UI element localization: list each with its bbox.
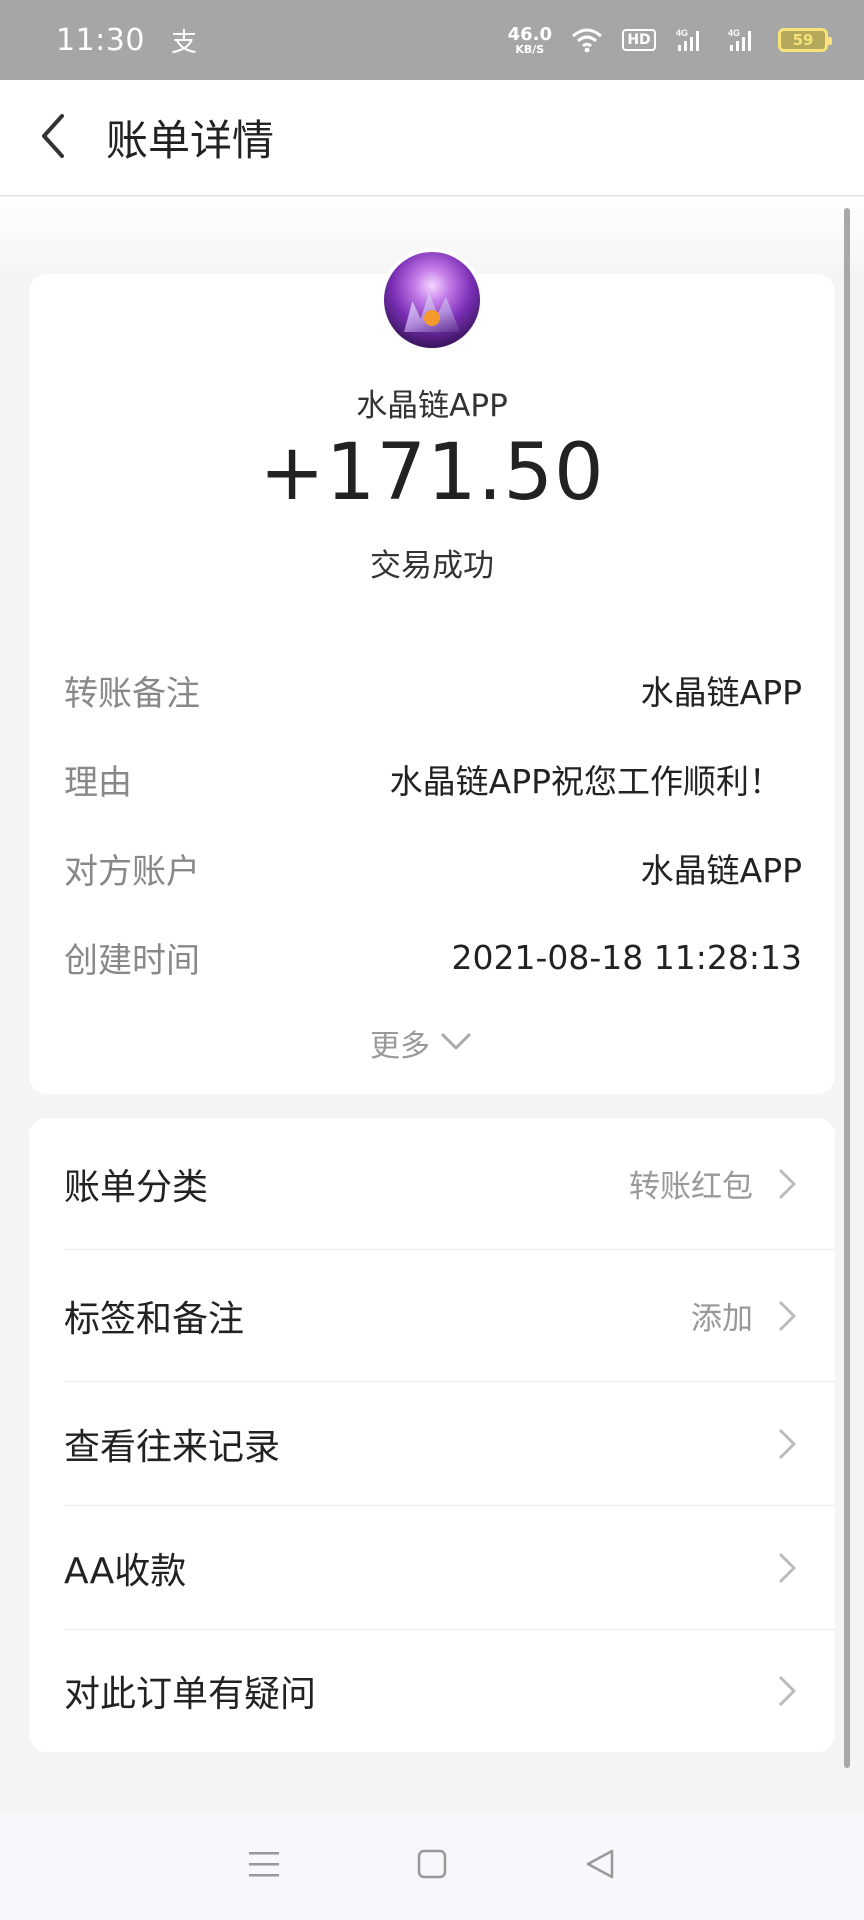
menu-icon [247, 1849, 281, 1883]
hd-icon: HD [622, 26, 656, 54]
signal-4g-icon-1: 4G [674, 26, 708, 54]
menu-item-label: 对此订单有疑问 [64, 1674, 317, 1715]
wifi-icon [570, 26, 604, 54]
menu-item-value: 转账红包 [629, 1169, 753, 1205]
battery-icon: 59 [778, 28, 832, 52]
nav-back-button[interactable] [570, 1836, 630, 1896]
nav-home-button[interactable] [402, 1836, 462, 1896]
battery-level: 59 [792, 31, 814, 49]
payee-avatar [380, 248, 484, 352]
network-speed-unit: KB/S [515, 42, 545, 56]
home-square-icon [416, 1848, 448, 1884]
nav-menu-button[interactable] [234, 1836, 294, 1896]
menu-item-aa-collect[interactable]: AA收款 [64, 1506, 835, 1630]
hd-label: HD [622, 29, 656, 51]
back-button[interactable] [0, 80, 106, 196]
payee-name: 水晶链APP [356, 388, 508, 424]
detail-label: 理由 [64, 762, 132, 803]
menu-item-bill-category[interactable]: 账单分类 转账红包 [64, 1118, 835, 1250]
detail-row-created-time: 创建时间 2021-08-18 11:28:13 [64, 927, 802, 987]
chevron-right-icon [777, 1550, 803, 1586]
options-card: 账单分类 转账红包 标签和备注 添加 查看往来记录 AA收款 对此订单有疑问 [29, 1118, 835, 1752]
detail-label: 创建时间 [64, 940, 200, 981]
signal-4g-icon-2: 4G [726, 26, 760, 54]
alipay-notification-icon: 支 [170, 27, 197, 58]
network-speed-value: 46.0 [507, 23, 552, 45]
chevron-left-icon [38, 113, 68, 163]
svg-text:4G: 4G [728, 28, 740, 38]
scrollbar[interactable] [844, 208, 850, 1768]
status-time: 11:30 [56, 22, 145, 58]
detail-row-reason: 理由 水晶链APP祝您工作顺利！ [64, 749, 802, 809]
menu-item-tags-notes[interactable]: 标签和备注 添加 [64, 1250, 835, 1382]
chevron-right-icon [777, 1298, 803, 1334]
more-label: 更多 [370, 1029, 430, 1064]
detail-value: 水晶链APP [640, 673, 802, 712]
status-bar: 11:30 支 46.0 KB/S HD 4G 4G 59 [0, 0, 864, 80]
chevron-right-icon [777, 1426, 803, 1462]
header: 账单详情 [0, 80, 864, 196]
detail-row-account: 对方账户 水晶链APP [64, 838, 802, 898]
menu-item-label: 查看往来记录 [64, 1426, 281, 1468]
menu-item-order-question[interactable]: 对此订单有疑问 [64, 1630, 835, 1752]
detail-row-remark: 转账备注 水晶链APP [64, 660, 802, 720]
menu-item-value: 添加 [691, 1301, 753, 1337]
back-triangle-icon [584, 1848, 616, 1884]
detail-value: 2021-08-18 11:28:13 [451, 937, 802, 977]
menu-item-label: 账单分类 [64, 1166, 209, 1208]
transaction-amount: +171.50 [259, 428, 605, 518]
avatar-image [384, 252, 480, 348]
menu-item-label: AA收款 [64, 1550, 187, 1592]
detail-value: 水晶链APP祝您工作顺利！ [389, 762, 782, 801]
svg-text:4G: 4G [676, 28, 688, 38]
menu-item-label: 标签和备注 [64, 1298, 245, 1340]
chevron-right-icon [777, 1166, 803, 1202]
detail-value: 水晶链APP [640, 851, 802, 890]
network-speed: 46.0 KB/S [507, 23, 552, 56]
system-nav-bar [0, 1812, 864, 1920]
chevron-right-icon [777, 1673, 803, 1709]
transaction-status: 交易成功 [370, 548, 494, 584]
more-button[interactable]: 更多 [370, 1020, 472, 1066]
avatar-figure-shape [424, 310, 440, 326]
chevron-down-icon [440, 1031, 472, 1055]
menu-item-history[interactable]: 查看往来记录 [64, 1382, 835, 1506]
detail-label: 转账备注 [64, 673, 200, 714]
page-title: 账单详情 [106, 116, 275, 165]
detail-label: 对方账户 [64, 851, 200, 892]
